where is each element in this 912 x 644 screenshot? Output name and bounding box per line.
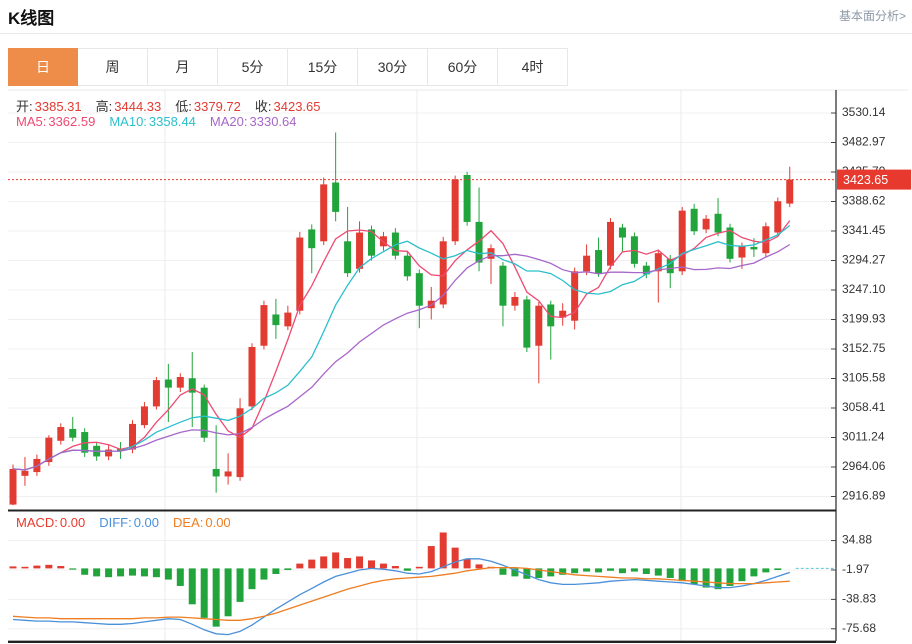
legend-value: 3379.72 <box>194 99 241 114</box>
svg-text:3199.93: 3199.93 <box>842 312 886 326</box>
macdlegend-item: DEA:0.00 <box>173 515 231 530</box>
svg-text:3388.62: 3388.62 <box>842 194 886 208</box>
macd-legend: MACD:0.00DIFF:0.00DEA:0.00 <box>16 515 245 530</box>
macd-axis: 34.88 -1.97 -38.83 -75.68 <box>831 533 876 635</box>
svg-text:-1.97: -1.97 <box>842 562 870 576</box>
legend-label: 高: <box>96 99 113 114</box>
svg-text:-75.68: -75.68 <box>842 621 876 635</box>
macdlegend-item: DIFF:0.00 <box>99 515 159 530</box>
legend-label: MA10: <box>109 114 147 129</box>
legend-label: 低: <box>175 99 192 114</box>
ohlclegend-item: 高:3444.33 <box>96 99 162 114</box>
panel-borders <box>8 511 836 642</box>
legend-label: DIFF: <box>99 515 132 530</box>
legend-value: 3330.64 <box>250 114 297 129</box>
legend-label: MACD: <box>16 515 58 530</box>
legend-value: 3385.31 <box>35 99 82 114</box>
ma-legend: MA5:3362.59 MA10:3358.44 MA20:3330.64 <box>16 114 311 129</box>
ohlc-legend: 开:3385.31 高:3444.33 低:3379.72 收:3423.65 <box>16 96 335 115</box>
svg-text:3423.65: 3423.65 <box>843 173 888 187</box>
svg-text:3482.97: 3482.97 <box>842 135 886 149</box>
legend-value: 0.00 <box>60 515 85 530</box>
legend-value: 0.00 <box>205 515 230 530</box>
ohlclegend-item: 开:3385.31 <box>16 99 82 114</box>
legend-label: 收: <box>255 99 272 114</box>
legend-value: 3444.33 <box>114 99 161 114</box>
legend-value: 3362.59 <box>48 114 95 129</box>
svg-text:3105.58: 3105.58 <box>842 371 886 385</box>
legend-label: MA5: <box>16 114 46 129</box>
price-axis: 3530.143482.973435.793388.623341.453294.… <box>831 90 911 641</box>
legend-label: 开: <box>16 99 33 114</box>
macdlegend-item: MACD:0.00 <box>16 515 85 530</box>
svg-text:-38.83: -38.83 <box>842 592 876 606</box>
svg-text:2916.89: 2916.89 <box>842 489 886 503</box>
malegend-item: MA10:3358.44 <box>109 114 196 129</box>
svg-text:3294.27: 3294.27 <box>842 253 886 267</box>
legend-value: 3423.65 <box>274 99 321 114</box>
malegend-item: MA5:3362.59 <box>16 114 95 129</box>
svg-text:3530.14: 3530.14 <box>842 105 886 119</box>
legend-label: MA20: <box>210 114 248 129</box>
legend-label: DEA: <box>173 515 203 530</box>
legend-value: 3358.44 <box>149 114 196 129</box>
legend-value: 0.00 <box>134 515 159 530</box>
svg-text:3341.45: 3341.45 <box>842 223 886 237</box>
ohlclegend-item: 收:3423.65 <box>255 99 321 114</box>
svg-text:3011.24: 3011.24 <box>842 430 885 444</box>
svg-text:2964.06: 2964.06 <box>842 459 886 473</box>
svg-text:3247.10: 3247.10 <box>842 282 886 296</box>
kline-page: 3530.143482.973435.793388.623341.453294.… <box>0 0 912 644</box>
ohlclegend-item: 低:3379.72 <box>175 99 241 114</box>
svg-text:34.88: 34.88 <box>842 533 872 547</box>
price-tag: 3423.65 <box>837 170 911 190</box>
svg-text:3152.75: 3152.75 <box>842 341 886 355</box>
svg-text:3058.41: 3058.41 <box>842 400 886 414</box>
malegend-item: MA20:3330.64 <box>210 114 297 129</box>
